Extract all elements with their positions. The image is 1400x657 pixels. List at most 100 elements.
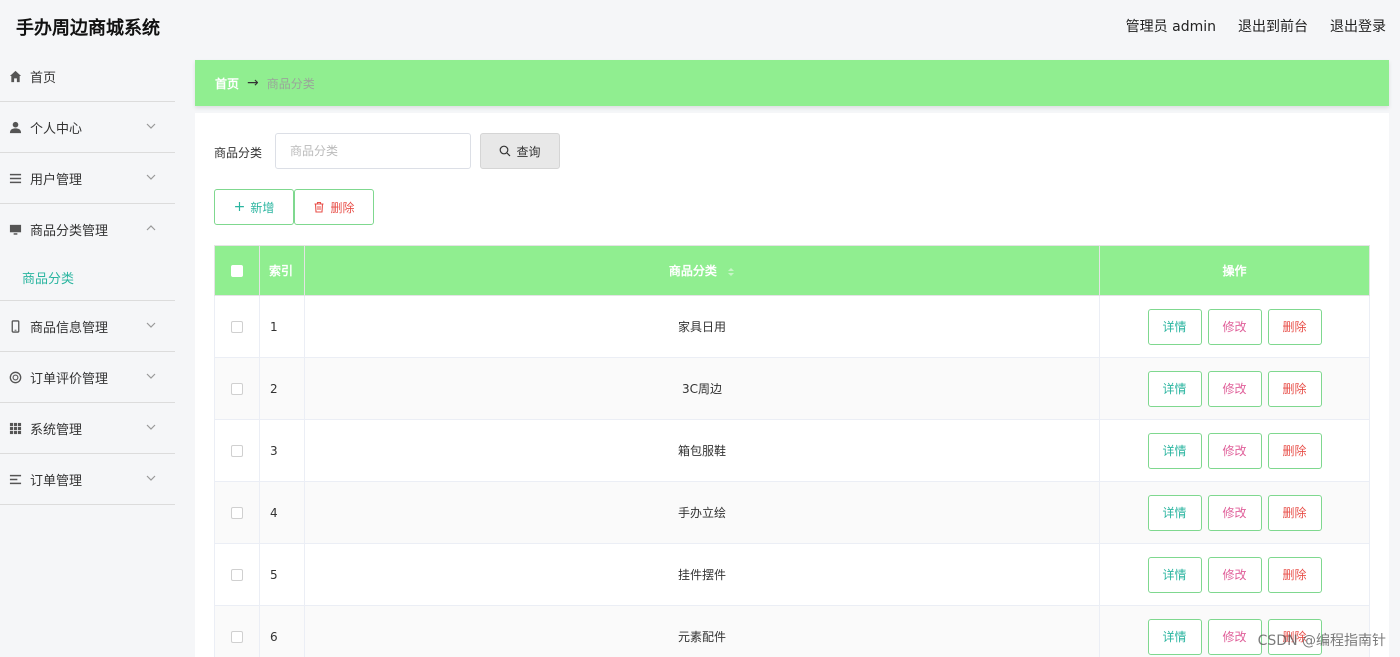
sidebar-item-system[interactable]: 系统管理 — [0, 403, 175, 454]
row-category-name: 挂件摆件 — [304, 543, 1100, 606]
row-ops: 详情 修改 删除 — [1099, 357, 1370, 420]
header-name[interactable]: 商品分类 — [304, 245, 1100, 296]
chevron-down-icon — [146, 123, 156, 129]
row-category-name: 手办立绘 — [304, 481, 1100, 544]
row-ops: 详情 修改 删除 — [1099, 543, 1370, 606]
search-input[interactable] — [275, 133, 471, 169]
sidebar-item-label: 用户管理 — [30, 172, 83, 188]
row-index: 4 — [259, 481, 305, 544]
search-button[interactable]: 查询 — [480, 133, 560, 169]
add-button[interactable]: + 新增 — [214, 189, 294, 225]
row-select-cell[interactable] — [214, 419, 260, 482]
table-row: 2 3C周边 详情 修改 删除 — [214, 357, 1370, 420]
list-icon — [8, 171, 22, 185]
delete-button[interactable]: 删除 — [1267, 432, 1322, 469]
header-select-all[interactable] — [214, 245, 260, 296]
chevron-down-icon — [146, 174, 156, 180]
search-button-label: 查询 — [516, 144, 541, 159]
top-links: 管理员 admin 退出到前台 退出登录 — [1126, 16, 1386, 36]
row-checkbox[interactable] — [231, 569, 243, 581]
user-icon — [8, 120, 22, 134]
row-select-cell[interactable] — [214, 543, 260, 606]
detail-button[interactable]: 详情 — [1147, 308, 1202, 345]
detail-button[interactable]: 详情 — [1147, 432, 1202, 469]
header-index: 索引 — [259, 245, 305, 296]
delete-button[interactable]: 删除 — [1267, 370, 1322, 407]
row-select-cell[interactable] — [214, 357, 260, 420]
sidebar-subitem-category[interactable]: 商品分类 — [0, 255, 175, 301]
sidebar-item-users[interactable]: 用户管理 — [0, 153, 175, 204]
delete-button-label: 删除 — [330, 200, 355, 215]
breadcrumb-arrow: → — [247, 75, 259, 91]
detail-button[interactable]: 详情 — [1147, 494, 1202, 531]
chevron-down-icon — [146, 322, 156, 328]
sidebar-item-category-mgmt[interactable]: 商品分类管理 — [0, 204, 175, 255]
menu-icon — [8, 472, 22, 486]
chevron-down-icon — [146, 424, 156, 430]
sidebar-item-profile[interactable]: 个人中心 — [0, 102, 175, 153]
sidebar-item-order-review[interactable]: 订单评价管理 — [0, 352, 175, 403]
breadcrumb: 首页 → 商品分类 — [195, 60, 1389, 106]
row-index: 2 — [259, 357, 305, 420]
edit-button[interactable]: 修改 — [1207, 432, 1262, 469]
row-category-name: 家具日用 — [304, 295, 1100, 358]
table-row: 5 挂件摆件 详情 修改 删除 — [214, 543, 1370, 606]
batch-delete-button[interactable]: 删除 — [294, 189, 374, 225]
sort-icon[interactable] — [727, 267, 735, 277]
main-panel: 商品分类 查询 + 新增 删除 索引 商品分类 操作 1家具日用详情修改删除23… — [195, 113, 1389, 657]
sidebar-item-label: 系统管理 — [30, 422, 83, 438]
logout-link[interactable]: 退出登录 — [1330, 16, 1386, 36]
row-checkbox[interactable] — [231, 383, 243, 395]
sidebar-item-label: 个人中心 — [30, 121, 83, 137]
exit-to-front-link[interactable]: 退出到前台 — [1238, 16, 1308, 36]
delete-button[interactable]: 删除 — [1267, 494, 1322, 531]
chevron-up-icon — [146, 225, 156, 231]
row-ops: 详情 修改 删除 — [1099, 419, 1370, 482]
row-index: 1 — [259, 295, 305, 358]
edit-button[interactable]: 修改 — [1207, 370, 1262, 407]
chevron-down-icon — [146, 475, 156, 481]
row-ops: 详情 修改 删除 — [1099, 481, 1370, 544]
breadcrumb-home[interactable]: 首页 — [215, 75, 239, 92]
sidebar-item-product-info[interactable]: 商品信息管理 — [0, 301, 175, 352]
row-ops: 详情 修改 删除 — [1099, 295, 1370, 358]
admin-label[interactable]: 管理员 admin — [1126, 16, 1216, 36]
edit-button[interactable]: 修改 — [1207, 494, 1262, 531]
row-select-cell[interactable] — [214, 605, 260, 657]
table-row: 6 元素配件 详情 修改 删除 — [214, 605, 1370, 657]
row-index: 3 — [259, 419, 305, 482]
search-label: 商品分类 — [214, 146, 263, 160]
table-row: 1 家具日用 详情 修改 删除 — [214, 295, 1370, 358]
edit-button[interactable]: 修改 — [1207, 618, 1262, 655]
edit-button[interactable]: 修改 — [1207, 308, 1262, 345]
watermark: CSDN @编程指南针 — [1257, 633, 1386, 649]
top-bar: 手办周边商城系统 管理员 admin 退出到前台 退出登录 — [0, 0, 1400, 52]
detail-button[interactable]: 详情 — [1147, 618, 1202, 655]
detail-button[interactable]: 详情 — [1147, 556, 1202, 593]
sidebar-item-orders[interactable]: 订单管理 — [0, 454, 175, 505]
category-table: 索引 商品分类 操作 1 家具日用 详情 修改 删除 2 3C周边 详情 修改 删除 3 箱包服鞋 详情… — [214, 245, 1370, 657]
row-index: 5 — [259, 543, 305, 606]
row-select-cell[interactable] — [214, 295, 260, 358]
row-checkbox[interactable] — [231, 631, 243, 643]
monitor-icon — [8, 223, 22, 237]
search-icon — [500, 145, 511, 157]
add-button-label: 新增 — [250, 200, 275, 215]
trash-icon — [314, 201, 324, 213]
plus-icon: + — [233, 199, 246, 215]
row-checkbox[interactable] — [231, 445, 243, 457]
home-icon — [8, 70, 22, 84]
row-index: 6 — [259, 605, 305, 657]
sidebar-item-home[interactable]: 首页 — [0, 52, 175, 102]
edit-button[interactable]: 修改 — [1207, 556, 1262, 593]
row-select-cell[interactable] — [214, 481, 260, 544]
delete-button[interactable]: 删除 — [1267, 556, 1322, 593]
select-all-checkbox[interactable] — [231, 265, 243, 277]
grid-icon — [8, 421, 22, 435]
delete-button[interactable]: 删除 — [1267, 308, 1322, 345]
table-row: 3 箱包服鞋 详情 修改 删除 — [214, 419, 1370, 482]
table-header-row: 索引 商品分类 操作 — [214, 245, 1370, 296]
row-checkbox[interactable] — [231, 507, 243, 519]
row-checkbox[interactable] — [231, 321, 243, 333]
detail-button[interactable]: 详情 — [1147, 370, 1202, 407]
